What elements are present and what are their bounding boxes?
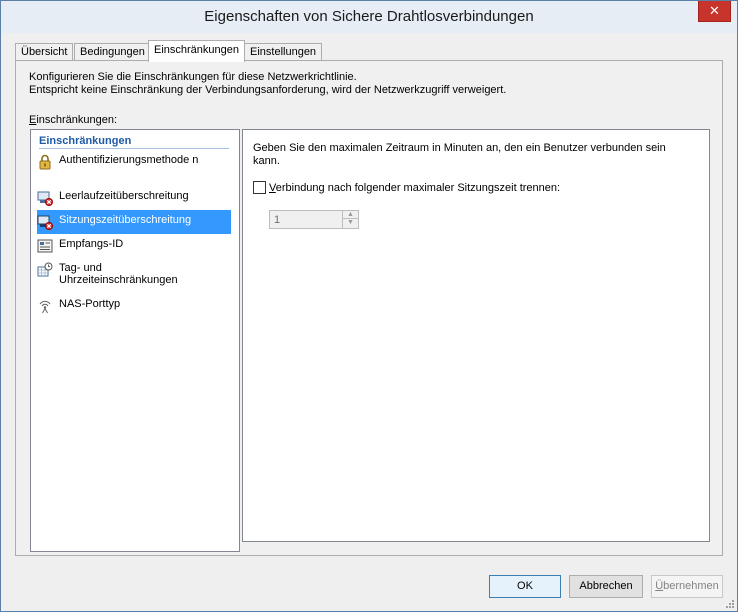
chevron-down-icon: ▼ (347, 219, 354, 226)
title-bar[interactable]: Eigenschaften von Sichere Drahtlosverbin… (1, 1, 737, 33)
session-timeout-checkbox-label: Verbindung nach folgender maximaler Sitz… (269, 182, 560, 194)
description-line-2: Entspricht keine Einschränkung der Verbi… (29, 84, 507, 96)
checkbox-label-text: erbindung nach folgender maximaler Sitzu… (275, 181, 561, 194)
lock-icon (37, 154, 53, 170)
tab-bedingungen[interactable]: Bedingungen (74, 43, 151, 61)
accelerator-key: Ü (655, 580, 664, 592)
nav-item-called-station-id[interactable]: Empfangs-ID (37, 238, 231, 254)
panel-description: Konfigurieren Sie die Einschränkungen fü… (29, 71, 506, 97)
tab-einschraenkungen[interactable]: Einschränkungen (148, 40, 246, 62)
constraints-label: Einschränkungen: (29, 114, 117, 126)
nav-item-label: Authentifizierungsmethode n (59, 154, 199, 166)
close-icon: ✕ (709, 3, 720, 18)
nav-item-label: Tag- und Uhrzeiteinschränkungen (59, 262, 178, 286)
constraints-list[interactable]: Einschränkungen Authentifizierungsmethod… (30, 129, 240, 552)
resize-grip-icon[interactable] (724, 598, 735, 609)
called-station-id-icon (37, 238, 53, 254)
apply-label-text: bernehmen (663, 580, 719, 592)
nav-item-day-time-restrictions[interactable]: Tag- und Uhrzeiteinschränkungen (37, 262, 231, 286)
idle-timeout-icon (37, 190, 53, 206)
nav-item-session-timeout[interactable]: Sitzungszeitüberschreitung (37, 210, 231, 234)
tab-uebersicht[interactable]: Übersicht (15, 43, 74, 61)
window-title: Eigenschaften von Sichere Drahtlosverbin… (204, 8, 534, 25)
apply-button[interactable]: Übernehmen (651, 575, 723, 598)
spinner-buttons: ▲ ▼ (342, 211, 358, 228)
chevron-up-icon: ▲ (347, 211, 354, 218)
accelerator-key: V (269, 181, 276, 194)
spinner-up-button[interactable]: ▲ (343, 211, 358, 219)
tab-einstellungen[interactable]: Einstellungen (244, 43, 323, 61)
session-timeout-description: Geben Sie den maximalen Zeitraum in Minu… (253, 142, 666, 167)
max-session-time-spinner[interactable]: 1 ▲ ▼ (269, 210, 359, 229)
nav-item-nas-port-type[interactable]: NAS-Porttyp (37, 298, 231, 314)
constraint-detail-pane: Geben Sie den maximalen Zeitraum in Minu… (242, 129, 710, 542)
group-header: Einschränkungen (39, 135, 229, 149)
session-timeout-checkbox[interactable] (253, 181, 266, 194)
nav-item-authentication[interactable]: Authentifizierungsmethode n (37, 154, 231, 170)
session-timeout-icon (37, 214, 53, 230)
dialog-window: Eigenschaften von Sichere Drahtlosverbin… (0, 0, 738, 612)
cancel-button[interactable]: Abbrechen (569, 575, 643, 598)
nav-item-label: Leerlaufzeitüberschreitung (59, 190, 189, 202)
nav-item-label: Sitzungszeitüberschreitung (59, 214, 192, 226)
calendar-clock-icon (37, 262, 53, 278)
ok-button[interactable]: OK (489, 575, 561, 598)
nas-port-icon (37, 298, 53, 314)
spinner-value: 1 (274, 214, 281, 226)
session-timeout-checkbox-row[interactable]: Verbindung nach folgender maximaler Sitz… (253, 181, 560, 194)
nav-item-label: NAS-Porttyp (59, 298, 121, 310)
nav-item-label: Empfangs-ID (59, 238, 124, 250)
close-button[interactable]: ✕ (698, 1, 731, 22)
description-line-1: Konfigurieren Sie die Einschränkungen fü… (29, 71, 357, 83)
tab-panel: Konfigurieren Sie die Einschränkungen fü… (15, 60, 723, 556)
nav-item-idle-timeout[interactable]: Leerlaufzeitüberschreitung (37, 190, 231, 206)
spinner-down-button[interactable]: ▼ (343, 219, 358, 227)
constraints-label-text: inschränkungen: (36, 114, 118, 126)
